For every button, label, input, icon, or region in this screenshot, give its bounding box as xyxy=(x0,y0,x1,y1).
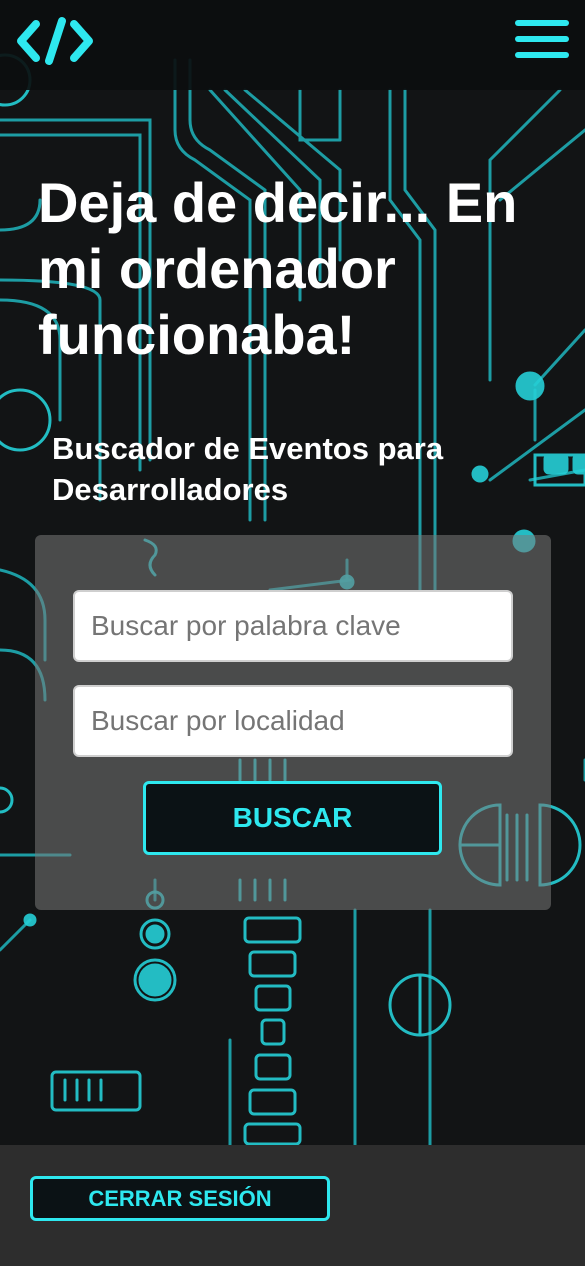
hero-title: Deja de decir... En mi ordenador funcion… xyxy=(38,171,518,366)
menu-line xyxy=(515,36,569,42)
search-subtitle: Buscador de Eventos para Desarrolladores xyxy=(52,431,444,507)
menu-line xyxy=(515,20,569,26)
footer-bar: CERRAR SESIÓN xyxy=(0,1145,585,1266)
search-button[interactable]: BUSCAR xyxy=(143,781,442,855)
page: Deja de decir... En mi ordenador funcion… xyxy=(0,0,585,1266)
logout-button[interactable]: CERRAR SESIÓN xyxy=(30,1176,330,1221)
keyword-search-input[interactable] xyxy=(73,590,513,662)
top-bar xyxy=(0,0,585,90)
hamburger-menu-icon[interactable] xyxy=(511,20,571,62)
code-brackets-icon[interactable] xyxy=(16,16,94,66)
menu-line xyxy=(515,52,569,58)
search-panel: BUSCAR xyxy=(35,535,551,910)
location-search-input[interactable] xyxy=(73,685,513,757)
